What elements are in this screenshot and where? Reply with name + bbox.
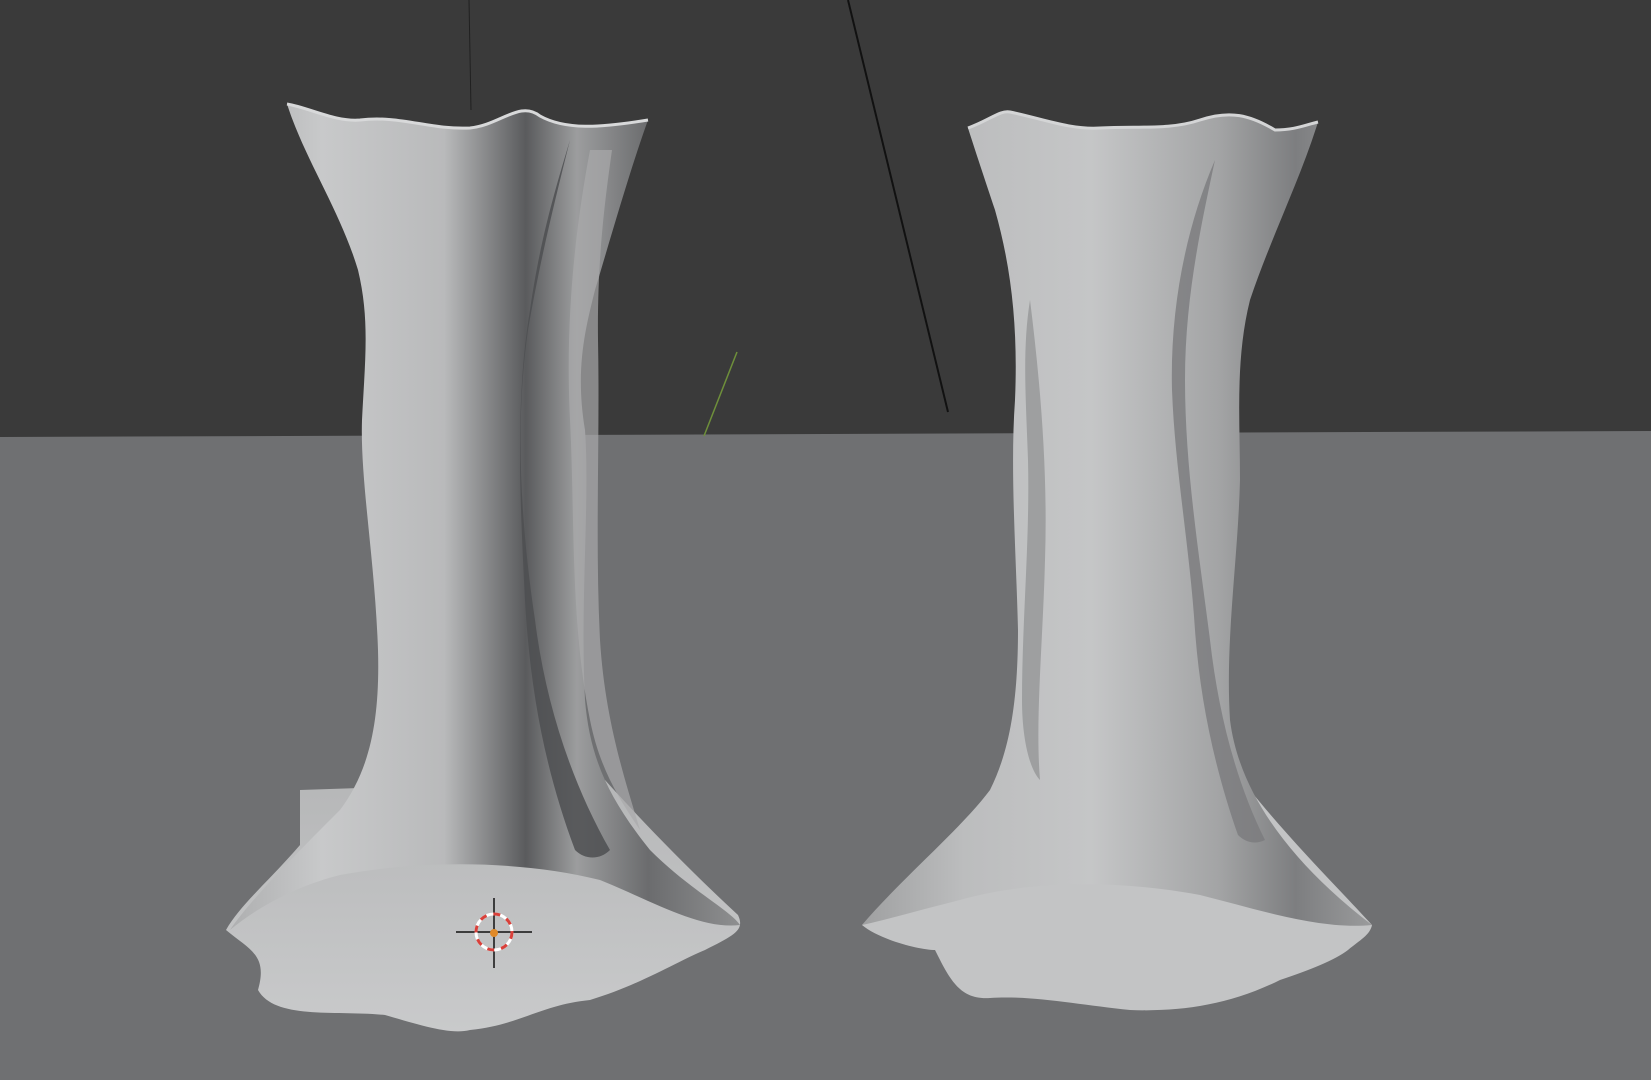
ground-plane xyxy=(0,431,1651,1080)
viewport-canvas[interactable] xyxy=(0,0,1651,1080)
3d-viewport[interactable] xyxy=(0,0,1651,1080)
